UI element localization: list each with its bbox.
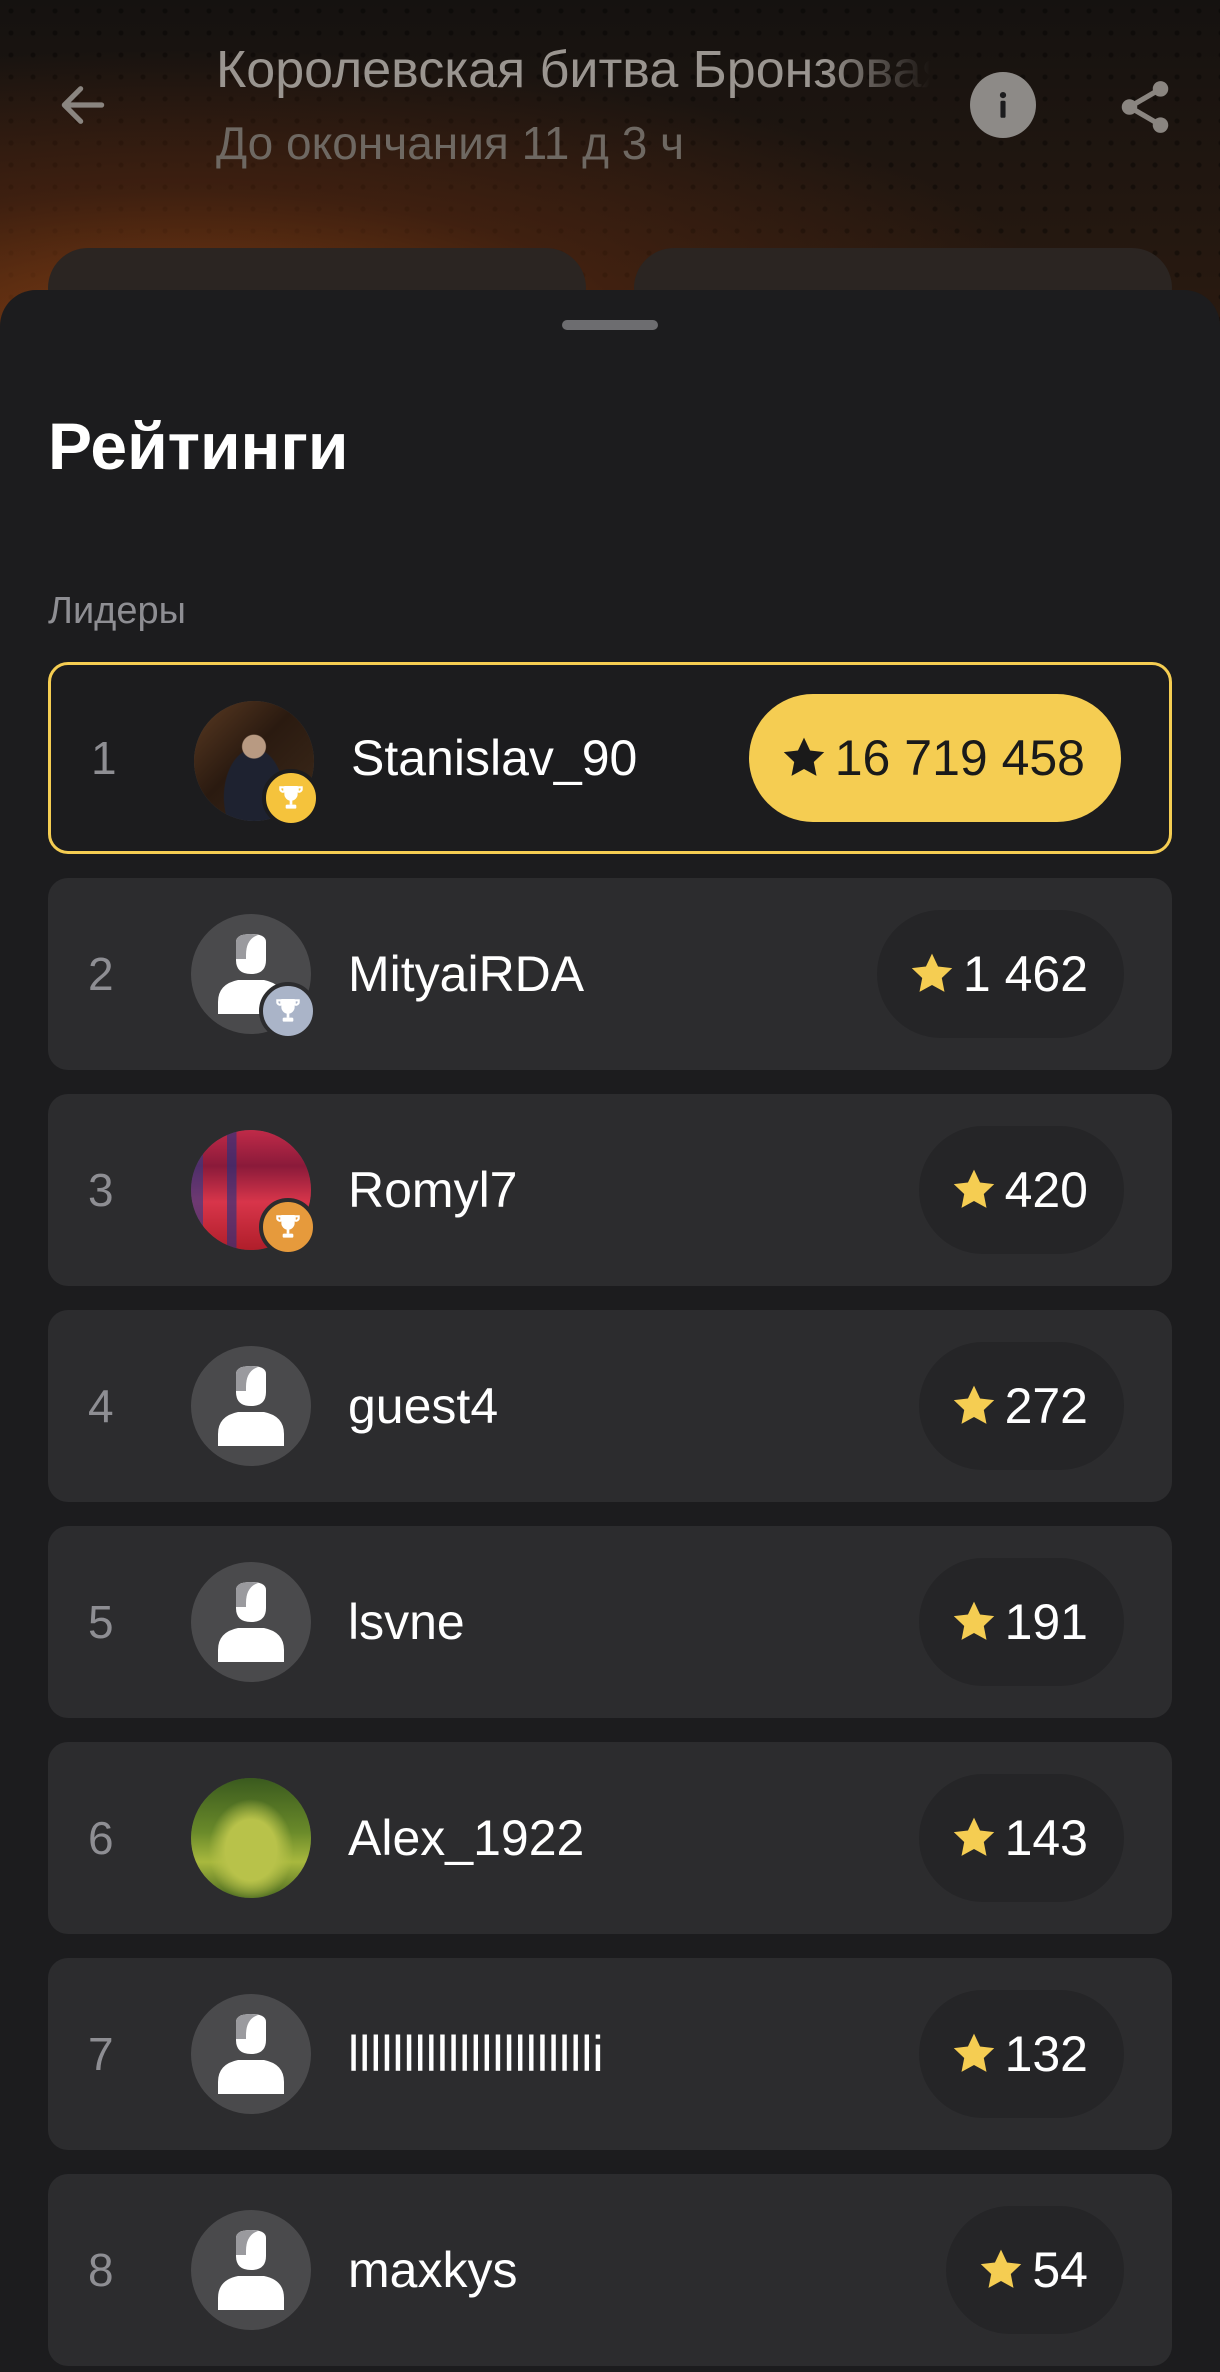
rank-number: 6 [88,1812,114,1864]
star-icon [953,1169,994,1208]
leaderboard-list: 1 Stanislav_90 16 719 458 2 MityaiRDA 1 … [48,662,1172,2372]
score-value: 191 [1004,1594,1088,1650]
score-pill: 191 [918,1558,1124,1686]
info-button[interactable] [970,72,1036,138]
avatar[interactable] [191,1778,311,1898]
share-icon [1121,81,1169,133]
username: guest4 [348,1378,499,1434]
default-user-icon [218,1582,284,1662]
rank-number: 8 [88,2244,114,2296]
ratings-sheet: Рейтинги Лидеры 1 Stanislav_90 16 719 45… [0,290,1220,2372]
star-icon [783,737,824,776]
photo-green-moss [191,1778,311,1898]
username: Alex_1922 [348,1810,585,1866]
leaderboard-row-3[interactable]: 3 Romyl7 420 [48,1094,1172,1286]
default-user-icon [218,2230,284,2310]
leaderboard-row-1[interactable]: 1 Stanislav_90 16 719 458 [48,662,1172,854]
sheet-title: Рейтинги [48,409,349,483]
trophy-icon [276,999,300,1022]
score-value: 54 [1032,2242,1088,2298]
score-pill: 1 462 [876,910,1124,1038]
score-value: 420 [1004,1162,1088,1218]
page-title: Королевская битва Бронзовая [216,41,931,99]
leaderboard-row-2[interactable]: 2 MityaiRDA 1 462 [48,878,1172,1070]
avatar-image [191,2210,311,2330]
rank-number: 4 [88,1380,114,1432]
rank-number: 2 [88,948,114,1000]
username: lllllllllllllllllllllli [348,2026,604,2082]
avatar[interactable] [191,1346,311,1466]
countdown-text: До окончания 11 д 3 ч [216,117,685,169]
avatar-image [191,1346,311,1466]
leaderboard-row-4[interactable]: 4 guest4 272 [48,1310,1172,1502]
gold-trophy-icon [262,769,320,827]
username: MityaiRDA [348,946,585,1002]
star-icon [953,1385,994,1424]
rank-number: 5 [88,1596,114,1648]
default-user-icon [218,2014,284,2094]
trophy-icon [279,786,303,809]
score-pill: 272 [918,1342,1124,1470]
avatar[interactable] [191,1994,311,2114]
score-pill: 143 [918,1774,1124,1902]
leaderboard-row-8[interactable]: 8 maxkys 54 [48,2174,1172,2366]
arrow-left-icon [61,86,105,124]
avatar[interactable] [191,1130,317,1256]
username: lsvne [348,1594,465,1650]
score-value: 132 [1004,2026,1088,2082]
star-icon [981,2249,1022,2288]
avatar[interactable] [191,914,317,1040]
avatar[interactable] [191,2210,311,2330]
rank-number: 7 [88,2028,114,2080]
leaderboard-row-7[interactable]: 7 lllllllllllllllllllllli 132 [48,1958,1172,2150]
star-icon [953,2033,994,2072]
leaderboard-row-5[interactable]: 5 lsvne 191 [48,1526,1172,1718]
username: Stanislav_90 [351,730,638,786]
silver-trophy-icon [259,982,317,1040]
username: Romyl7 [348,1162,518,1218]
trophy-icon [276,1215,300,1238]
rank-number: 3 [88,1164,114,1216]
info-icon [999,91,1007,118]
score-value: 272 [1004,1378,1088,1434]
score-pill: 420 [918,1126,1124,1254]
score-pill: 16 719 458 [748,694,1121,822]
sheet-drag-handle[interactable] [562,320,658,330]
star-icon [953,1601,994,1640]
star-icon [953,1817,994,1856]
default-user-icon [218,1366,284,1446]
score-value: 1 462 [962,946,1088,1002]
username: maxkys [348,2242,518,2298]
avatar-image [191,1562,311,1682]
rank-number: 1 [91,732,117,784]
avatar[interactable] [191,1562,311,1682]
bronze-trophy-icon [259,1198,317,1256]
avatar[interactable] [194,701,320,827]
score-value: 16 719 458 [834,730,1085,786]
section-label-leaders: Лидеры [48,590,186,632]
leaderboard-row-6[interactable]: 6 Alex_1922 143 [48,1742,1172,1934]
avatar-image [191,1994,311,2114]
back-button[interactable] [48,70,118,140]
score-pill: 132 [918,1990,1124,2118]
score-value: 143 [1004,1810,1088,1866]
score-pill: 54 [946,2206,1124,2334]
share-button[interactable] [1110,72,1180,142]
star-icon [911,953,953,992]
